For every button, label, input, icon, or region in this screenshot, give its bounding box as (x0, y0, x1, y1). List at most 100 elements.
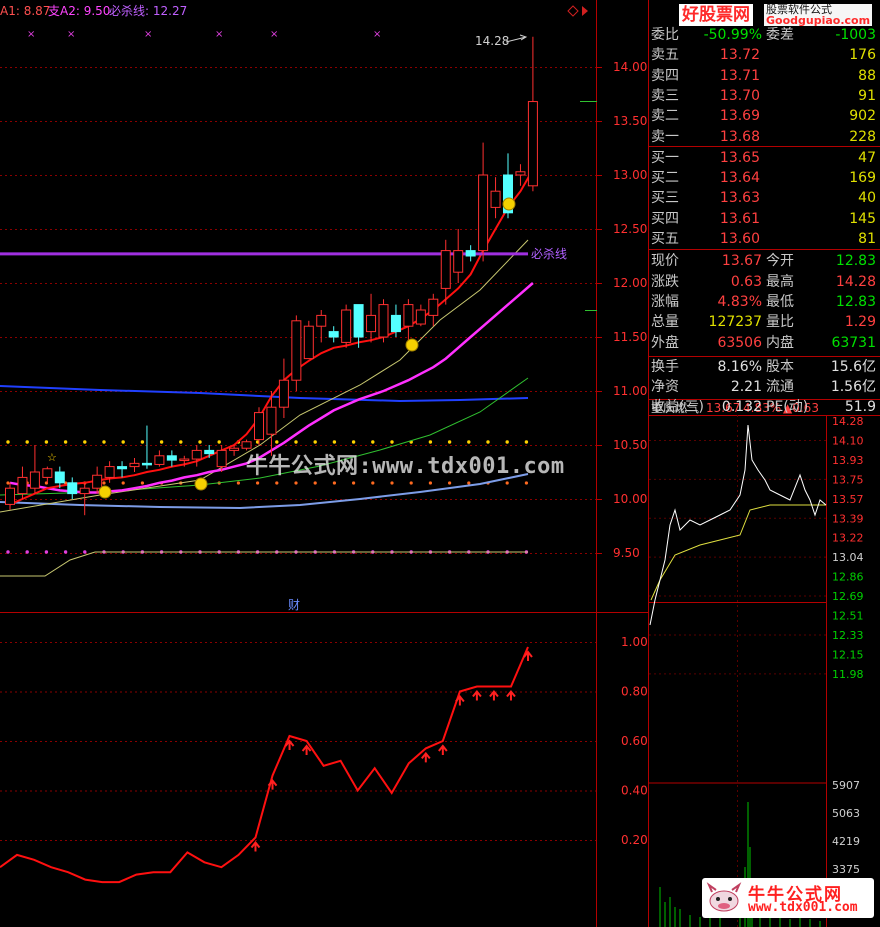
candle-body (166, 455, 177, 461)
finance-marker: 财 (288, 598, 300, 612)
yellow-dot (351, 440, 356, 444)
yellow-dot (371, 440, 375, 444)
indicator-tick-label: 0.40 (621, 784, 648, 798)
quote-value-right: 145 (849, 210, 876, 227)
yellow-dot (63, 440, 68, 444)
quote-label: 外盘 (651, 334, 679, 351)
quote-label-right: 流通 (766, 379, 794, 396)
orange-dot (390, 481, 394, 485)
yellow-dot (121, 440, 125, 444)
candle-body (353, 304, 364, 338)
top-x-marker: × (144, 29, 152, 40)
quote-row: 收益(三) 0.132 PE(动) 51.9 (648, 397, 880, 418)
quote-label: 净资 (651, 379, 679, 396)
yellow-dot (140, 440, 145, 444)
quote-label: 卖三 (651, 87, 679, 104)
orange-dot (352, 481, 356, 485)
quote-label: 买二 (651, 170, 679, 187)
orange-dot (256, 481, 260, 485)
quote-value: 127237 (708, 314, 762, 331)
smiley-signal-icon (502, 197, 516, 211)
quote-value-right: 14.28 (835, 273, 876, 290)
diamond-icon[interactable] (567, 5, 579, 17)
volume-tick-label: 3375 (832, 863, 860, 876)
yellow-dot (332, 440, 337, 444)
quote-label: 换手 (651, 358, 679, 375)
orange-dot (467, 481, 471, 485)
brand-top-sub: Goodgupiao.com (766, 14, 871, 27)
quote-label: 总量 (651, 314, 679, 331)
brand-logo-top-side: 股票软件公式 Goodgupiao.com (764, 4, 873, 27)
top-x-marker: × (270, 29, 278, 40)
quote-separator (648, 146, 880, 147)
candle-body (490, 190, 501, 208)
orange-dot (448, 481, 452, 485)
price-tick-label: 13.00 (613, 168, 647, 182)
quote-value: 13.60 (719, 231, 760, 247)
candle-body (254, 412, 264, 441)
candle-body (17, 476, 28, 495)
candle-body (154, 455, 165, 465)
brand-logo-bottom: 牛牛公式网 www.tdx001.com (702, 878, 874, 918)
quote-label-right: 股本 (766, 358, 794, 375)
intraday-price-axis: 14.2814.1013.9313.7513.5713.3913.2213.04… (832, 415, 864, 876)
intraday-tick-label: 12.86 (832, 571, 864, 584)
orange-dot (6, 481, 10, 485)
candle-body (191, 449, 202, 460)
orange-dot (294, 481, 298, 485)
play-icon[interactable] (582, 6, 588, 16)
quote-row: 卖二 13.69 902 (648, 106, 880, 127)
up-arrow-icon (438, 744, 448, 755)
quote-label-right: 最低 (766, 293, 794, 310)
price-tick-label: 14.00 (613, 60, 647, 74)
quote-value: 2.21 (730, 379, 762, 396)
quote-label: 卖一 (651, 128, 679, 145)
smiley-signal-icon (194, 477, 208, 491)
cow-logo-icon (706, 882, 742, 912)
orange-dot (140, 481, 144, 485)
candle-body (229, 447, 240, 451)
price-gridlines (0, 67, 596, 554)
price-tick-label: 11.50 (613, 330, 647, 344)
quote-value-right: 91 (858, 87, 876, 104)
candle-body (92, 474, 103, 489)
yellow-dot (159, 440, 164, 444)
quote-label-right: 内盘 (766, 334, 794, 351)
candle-body (29, 471, 40, 489)
orange-dot (236, 481, 240, 485)
price-tick-label: 9.50 (613, 546, 640, 560)
intraday-tick-label: 13.04 (832, 551, 864, 564)
yellow-dot (6, 440, 10, 444)
yellow-dot (486, 440, 490, 444)
candle-body (216, 449, 227, 468)
quote-row: 现价 13.67 今开 12.83 (648, 251, 880, 272)
quote-value-right: 176 (849, 47, 876, 64)
ma-yellow-line (0, 551, 528, 577)
candle-body (378, 304, 389, 338)
quote-label-right: 委差 (766, 27, 794, 43)
top-x-marker: × (215, 29, 223, 40)
quote-label-right: 量比 (766, 314, 794, 331)
quote-value-right: 12.83 (835, 253, 876, 270)
orange-dot (275, 481, 279, 485)
price-axis: 14.00 13.50 13.00 12.50 12.00 11.50 11.00 10.50… (596, 60, 647, 560)
top-x-marker: × (67, 29, 75, 40)
volume-tick-label: 5907 (832, 779, 860, 792)
quote-value: 13.67 (721, 253, 762, 270)
candle-body (428, 298, 439, 316)
ma-blue-line (0, 385, 529, 403)
quote-value-right: 12.83 (835, 293, 876, 310)
quote-label: 卖五 (651, 47, 679, 64)
candle-body (67, 482, 78, 495)
magenta-dot (25, 550, 29, 554)
legend-a2: 支A2: 9.50 (48, 4, 110, 18)
indicator-tick-label: 0.60 (621, 734, 648, 748)
intraday-tick-label: 12.69 (832, 590, 864, 603)
yellow-dot (447, 440, 452, 444)
quote-label-right: 最高 (766, 273, 794, 290)
quote-value-right: 902 (849, 108, 876, 125)
quote-value: 13.63 (719, 190, 760, 207)
quote-value: 13.68 (719, 128, 760, 145)
quote-label: 现价 (651, 253, 679, 270)
quote-value: 13.69 (719, 108, 760, 125)
